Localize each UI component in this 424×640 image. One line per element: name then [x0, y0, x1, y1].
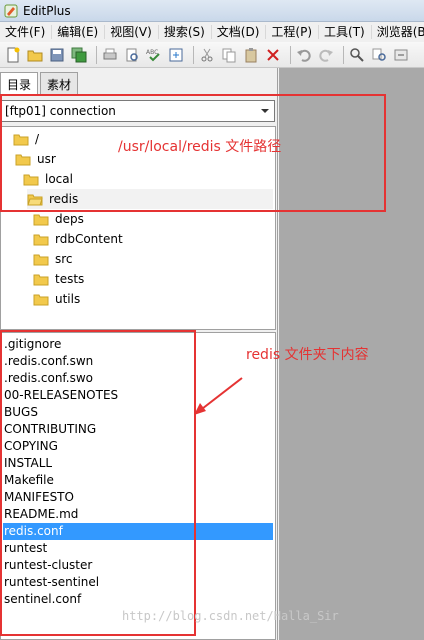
window-title: EditPlus [23, 3, 71, 18]
menu-project[interactable]: 工程(P) [266, 25, 320, 39]
save-icon[interactable] [48, 46, 66, 64]
tab-directory[interactable]: 目录 [0, 72, 39, 95]
menu-view[interactable]: 视图(V) [105, 25, 159, 39]
copy-icon[interactable] [220, 46, 238, 64]
toolbar-separator [193, 45, 194, 64]
tree-node-rdbcontent[interactable]: rdbContent [33, 229, 123, 249]
spellcheck-icon[interactable]: ABC [145, 46, 163, 64]
tree-node-label: src [55, 252, 73, 266]
redo-icon[interactable] [317, 46, 335, 64]
find-icon[interactable] [348, 46, 366, 64]
replace-icon[interactable] [370, 46, 388, 64]
menu-file[interactable]: 文件(F) [0, 25, 53, 39]
delete-icon[interactable] [264, 46, 282, 64]
cut-icon[interactable] [198, 46, 216, 64]
folder-icon [33, 254, 49, 266]
tree-node-deps[interactable]: deps [33, 209, 84, 229]
menu-search[interactable]: 搜索(S) [159, 25, 212, 39]
tree-node-utils[interactable]: utils [33, 289, 80, 309]
new-file-icon[interactable] [4, 46, 22, 64]
paste-icon[interactable] [242, 46, 260, 64]
tree-node-src[interactable]: src [33, 249, 73, 269]
toolbar-separator [343, 45, 344, 64]
folder-icon [33, 234, 49, 246]
more-icon[interactable] [392, 46, 410, 64]
tree-node-label: utils [55, 292, 81, 306]
tree-node-tests[interactable]: tests [33, 269, 84, 289]
print-icon[interactable] [101, 46, 119, 64]
path-annotation-text: /usr/local/redis 文件路径 [118, 139, 282, 155]
menu-tools[interactable]: 工具(T) [319, 25, 372, 39]
editplus-app-icon [4, 4, 18, 17]
print-preview-icon[interactable] [123, 46, 141, 64]
annotation-arrow-icon [194, 377, 243, 415]
toolbar-separator [290, 45, 291, 64]
toolbar-separator [96, 45, 97, 64]
undo-icon[interactable] [295, 46, 313, 64]
menu-edit[interactable]: 编辑(E) [52, 25, 106, 39]
folder-icon [33, 274, 49, 286]
save-all-icon[interactable] [70, 46, 88, 64]
svg-text:ABC: ABC [146, 49, 158, 56]
watermark: http://blog.csdn.net/Halla_Sir [122, 609, 339, 623]
tree-node-label: rdbContent [55, 232, 123, 246]
toolbar: ABC [0, 42, 424, 68]
tab-clips[interactable]: 素材 [40, 72, 79, 94]
folder-icon [33, 294, 49, 306]
sidebar-tabs: 目录 素材 [0, 72, 80, 95]
tree-node-label: deps [55, 212, 84, 226]
open-folder-icon[interactable] [26, 46, 44, 64]
folder-icon [33, 214, 49, 226]
menu-document[interactable]: 文档(D) [212, 25, 267, 39]
menu-bar: 文件(F) 编辑(E) 视图(V) 搜索(S) 文档(D) 工程(P) 工具(T… [0, 22, 424, 42]
browser-preview-icon[interactable] [167, 46, 185, 64]
content-annotation-box [0, 330, 196, 636]
title-bar: EditPlus [0, 0, 424, 22]
content-annotation-text: redis 文件夹下内容 [246, 347, 369, 363]
tree-node-label: tests [55, 272, 85, 286]
menu-browser[interactable]: 浏览器(B [372, 25, 424, 39]
